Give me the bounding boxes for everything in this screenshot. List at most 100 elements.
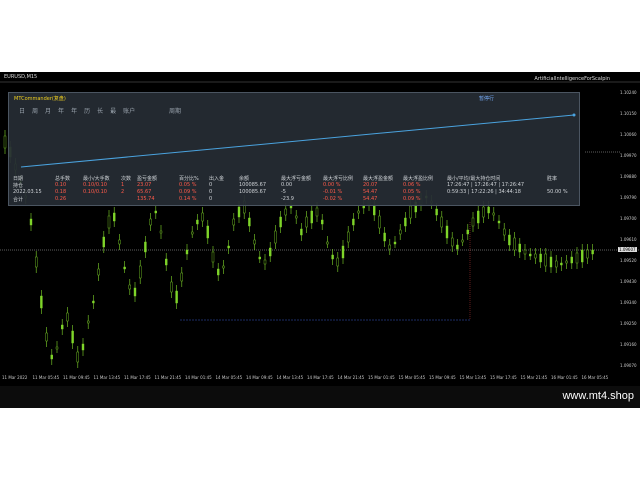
price-tick: 1.10150 xyxy=(620,111,637,116)
candle xyxy=(331,249,334,265)
candle xyxy=(570,251,573,269)
stats-cell: 1 xyxy=(121,182,125,188)
candle xyxy=(144,236,147,258)
candle xyxy=(388,239,391,255)
stats-cell: 54.47 xyxy=(363,196,378,202)
candle xyxy=(86,315,90,329)
time-tick: 11 Mar 17:45 xyxy=(124,375,151,380)
stats-header: 最大浮亏金额 xyxy=(281,176,312,182)
candle xyxy=(581,244,584,268)
candle xyxy=(560,257,563,271)
time-tick: 14 Mar 09:45 xyxy=(246,375,273,380)
panel-title: MTCommander(复盘) xyxy=(14,96,66,102)
candle xyxy=(253,234,256,250)
mtcommander-panel[interactable]: MTCommander(复盘) 暂停行 日周月年年历长最账户 周期 日期 总手数最… xyxy=(8,92,580,206)
candle xyxy=(107,210,111,234)
stats-cell: 0.10 xyxy=(55,182,67,188)
stats-cell: 100085.67 xyxy=(239,182,267,188)
candle xyxy=(81,338,85,356)
candle xyxy=(263,254,267,270)
time-tick: 15 Mar 01:45 xyxy=(368,375,395,380)
candle xyxy=(248,212,251,232)
stats-cell: 持仓 xyxy=(13,183,24,189)
time-tick: 16 Mar 01:45 xyxy=(551,375,578,380)
candle xyxy=(61,319,64,335)
candle xyxy=(336,252,339,272)
stats-cell: 0.18 xyxy=(55,189,67,195)
stats-header: 盈亏金额 xyxy=(137,176,158,182)
candle xyxy=(159,225,163,239)
stats-cell: 135.74 xyxy=(137,196,155,202)
bottom-bar: www.mt4.shop xyxy=(0,386,640,408)
stats-cell: 23.07 xyxy=(137,182,152,188)
stats-cell: 0.26 xyxy=(55,196,67,202)
candle xyxy=(3,130,7,154)
candle xyxy=(66,307,69,327)
stats-cell: 0.06 % xyxy=(403,182,421,188)
price-tick: 1.09160 xyxy=(620,342,637,347)
stats-header: 次数 xyxy=(121,176,132,182)
time-tick: 15 Mar 05:45 xyxy=(398,375,426,380)
time-tick: 14 Mar 05:45 xyxy=(215,375,243,380)
candle xyxy=(404,212,407,232)
candle xyxy=(305,211,308,233)
time-tick: 11 Mar 13:45 xyxy=(93,375,121,380)
candle xyxy=(383,227,386,247)
stats-cell: 0 xyxy=(209,196,213,202)
stats-cell: 0.09 % xyxy=(179,189,197,195)
stats-header: 最大浮亏比例 xyxy=(323,176,354,182)
candle xyxy=(128,279,132,295)
candle xyxy=(123,261,126,273)
candle xyxy=(378,210,381,234)
candle xyxy=(513,232,516,256)
price-tick: 1.09610 xyxy=(620,237,637,242)
time-tick: 14 Mar 01:45 xyxy=(185,375,212,380)
pause-button[interactable]: 暂停行 xyxy=(479,95,494,102)
candle xyxy=(216,263,220,281)
stats-cell: 65.67 xyxy=(137,189,152,195)
candle xyxy=(575,247,579,269)
candle xyxy=(445,220,449,244)
price-tick: 1.09430 xyxy=(620,279,637,284)
candle xyxy=(295,210,298,224)
candle xyxy=(393,236,397,248)
candle xyxy=(232,213,236,231)
candle xyxy=(534,248,537,264)
stats-cell: 0.14 % xyxy=(179,196,197,202)
candle xyxy=(201,207,204,227)
candle xyxy=(149,213,152,231)
stats-cell: 0.00 xyxy=(281,182,293,188)
candle xyxy=(352,213,355,231)
candle xyxy=(477,205,480,229)
candle xyxy=(92,295,95,309)
candle xyxy=(586,244,589,264)
candle xyxy=(326,236,329,248)
price-tick: 1.09970 xyxy=(620,153,637,158)
price-tick: 1.09700 xyxy=(620,216,637,221)
candle xyxy=(164,253,168,271)
stats-cell: 0.05 % xyxy=(403,189,421,195)
time-tick: 11 Mar 21:45 xyxy=(154,375,182,380)
candle xyxy=(196,214,199,230)
stats-cell: 0:59:33 | 17:22:26 | 34:44:18 xyxy=(447,189,521,195)
time-tick: 16 Mar 05:45 xyxy=(581,375,609,380)
time-tick: 11 Mar 05:45 xyxy=(32,375,60,380)
candle xyxy=(29,213,33,231)
candle xyxy=(138,260,142,284)
candle xyxy=(321,214,324,230)
stats-header: 胜率 xyxy=(547,176,558,182)
candle xyxy=(341,240,345,264)
candle xyxy=(523,244,527,260)
candle xyxy=(35,251,38,273)
candle xyxy=(269,242,272,262)
price-tick: 1.10240 xyxy=(620,90,637,95)
candle xyxy=(175,285,178,309)
stats-cell: -5 xyxy=(281,189,286,195)
stats-header: 余额 xyxy=(239,176,250,182)
candle xyxy=(399,224,402,240)
candle xyxy=(300,223,303,241)
time-tick: 11 Mar 09:45 xyxy=(63,375,90,380)
price-tick: 1.10060 xyxy=(620,132,637,137)
candle xyxy=(185,244,189,260)
candle xyxy=(118,234,121,250)
